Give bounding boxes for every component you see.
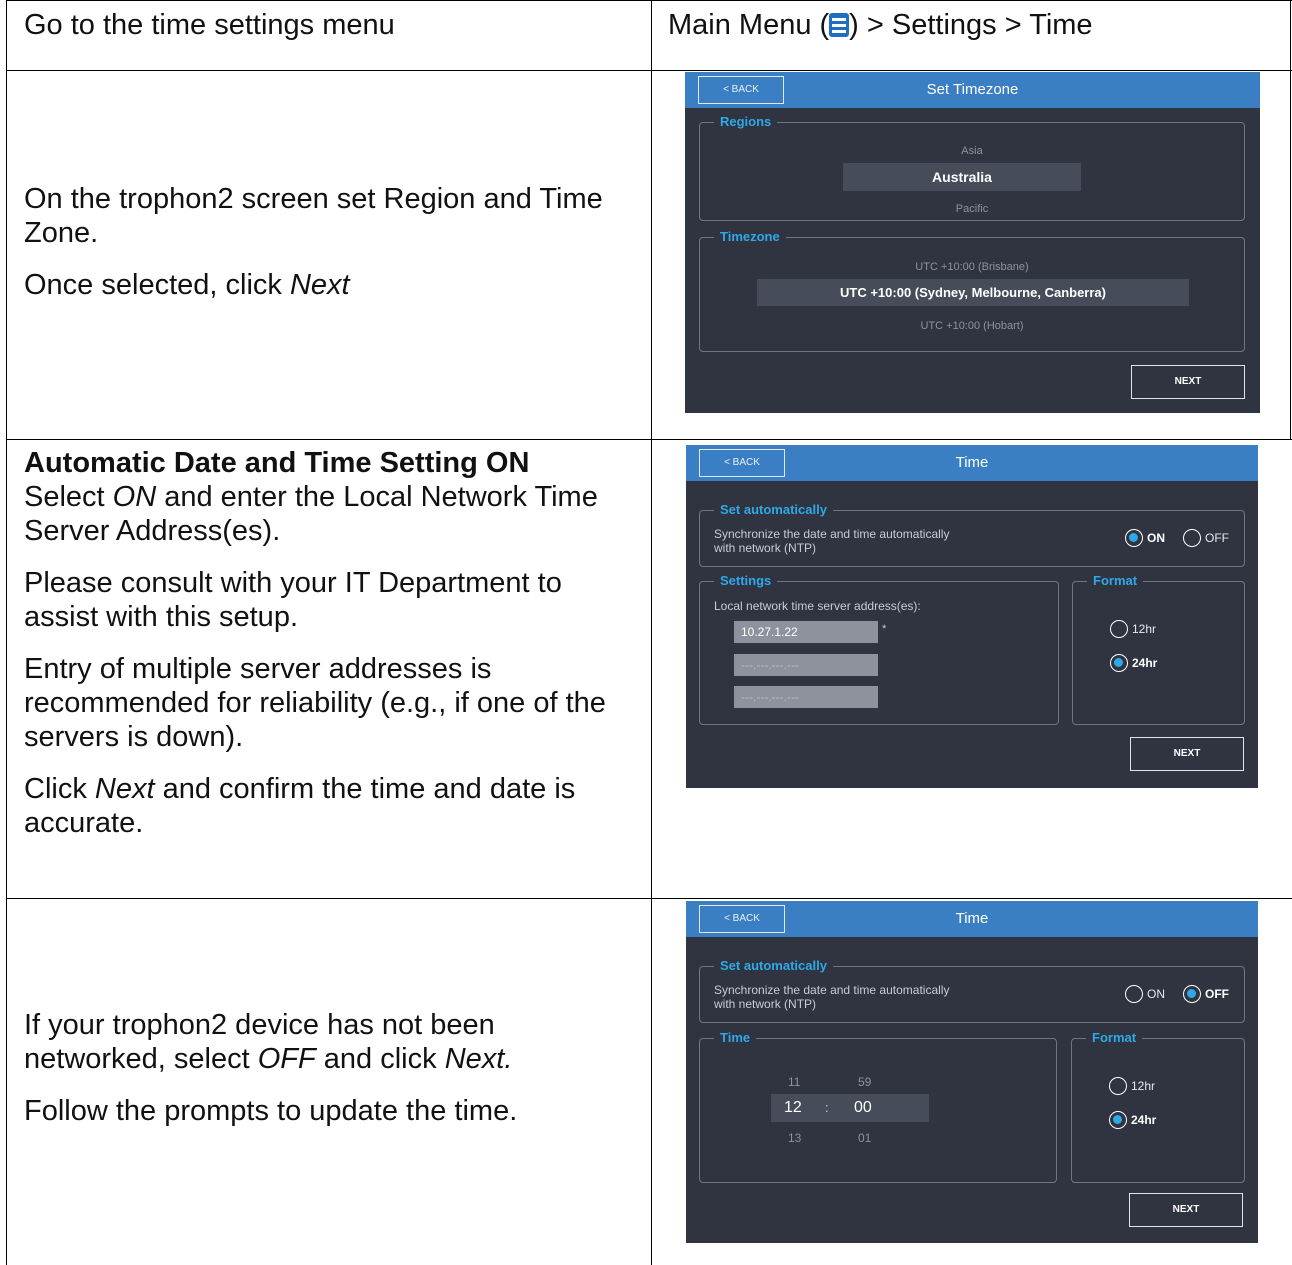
- column-divider: [651, 0, 652, 1265]
- step-text-automatic: Automatic Date and Time Setting ON Selec…: [24, 446, 644, 858]
- radio-on[interactable]: [1125, 985, 1143, 1003]
- table-border-left: [6, 0, 7, 1265]
- radio-12hr[interactable]: [1109, 1077, 1127, 1095]
- server-address-input-1[interactable]: 10.27.1.22: [734, 621, 878, 643]
- next-button[interactable]: NEXT: [1131, 365, 1245, 399]
- auto-description-line-1: Synchronize the date and time automatica…: [714, 983, 950, 997]
- time-screen-ntp-on: Time < BACK Set automatically Synchroniz…: [686, 445, 1258, 788]
- radio-24hr-label: 24hr: [1132, 656, 1158, 670]
- radio-on-label: ON: [1147, 987, 1165, 1001]
- top-bar: Time < BACK: [686, 901, 1258, 937]
- set-automatically-legend: Set automatically: [714, 502, 833, 517]
- timezone-option-selected[interactable]: UTC +10:00 (Sydney, Melbourne, Canberra): [757, 279, 1189, 306]
- menu-path-prefix: Main Menu (: [668, 9, 830, 41]
- next-button[interactable]: NEXT: [1130, 737, 1244, 771]
- step-text-manual: If your trophon2 device has not been net…: [24, 1008, 624, 1146]
- auto-description-line-2: with network (NTP): [714, 541, 817, 555]
- time-group: Time 11 12 13 : 59 00 01: [699, 1030, 1057, 1183]
- heading-automatic: Automatic Date and Time Setting ON: [24, 447, 530, 479]
- paragraph-consult-it: Please consult with your IT Department t…: [24, 567, 562, 633]
- format-group: Format 12hr 24hr: [1072, 573, 1245, 725]
- server-address-input-3[interactable]: ---.---.---.---: [734, 686, 878, 708]
- server-address-input-2[interactable]: ---.---.---.---: [734, 654, 878, 676]
- step-text-region: On the trophon2 screen set Region and Ti…: [24, 182, 624, 320]
- radio-24hr-selected[interactable]: [1110, 654, 1128, 672]
- radio-12hr-label: 12hr: [1131, 1079, 1156, 1093]
- time-legend: Time: [714, 1030, 757, 1045]
- radio-off-label: OFF: [1205, 531, 1229, 545]
- radio-off-label: OFF: [1205, 987, 1229, 1001]
- minute-option-prev[interactable]: 59: [858, 1075, 871, 1089]
- table-border-right: [1290, 0, 1291, 440]
- hamburger-menu-icon: [829, 13, 850, 37]
- server-address-label: Local network time server address(es):: [714, 599, 921, 613]
- row-divider-1: [6, 70, 1292, 71]
- radio-12hr-label: 12hr: [1132, 622, 1157, 636]
- next-button[interactable]: NEXT: [1129, 1193, 1243, 1227]
- auto-description-line-2: with network (NTP): [714, 997, 817, 1011]
- click-text: Once selected, click: [24, 269, 290, 301]
- time-colon: :: [825, 1100, 829, 1115]
- format-group: Format 12hr 24hr: [1071, 1030, 1245, 1183]
- timezone-group: Timezone UTC +10:00 (Brisbane) UTC +10:0…: [699, 229, 1245, 352]
- timezone-option-brisbane[interactable]: UTC +10:00 (Brisbane): [700, 261, 1244, 273]
- set-timezone-screen: Set Timezone < BACK Regions Asia Austral…: [685, 72, 1260, 413]
- settings-legend: Settings: [714, 573, 778, 588]
- paragraph-select-off: If your trophon2 device has not been net…: [24, 1009, 513, 1075]
- hour-selected[interactable]: 12: [784, 1099, 802, 1117]
- format-legend: Format: [1087, 573, 1144, 588]
- minute-selected[interactable]: 00: [854, 1099, 872, 1117]
- paragraph-click-next-confirm: Click Next and confirm the time and date…: [24, 773, 576, 839]
- top-bar: Set Timezone < BACK: [685, 72, 1260, 108]
- radio-12hr[interactable]: [1110, 620, 1128, 638]
- hour-option-next[interactable]: 13: [788, 1131, 801, 1145]
- row-divider-3: [6, 898, 1292, 899]
- top-bar: Time < BACK: [686, 445, 1258, 481]
- back-button[interactable]: < BACK: [698, 76, 784, 104]
- back-button[interactable]: < BACK: [699, 449, 785, 477]
- next-word: Next: [289, 269, 350, 301]
- radio-on-label: ON: [1147, 531, 1165, 545]
- required-asterisk: *: [882, 623, 887, 635]
- region-option-pacific[interactable]: Pacific: [700, 203, 1244, 215]
- back-button[interactable]: < BACK: [699, 905, 785, 933]
- set-automatically-group: Set automatically Synchronize the date a…: [699, 502, 1245, 567]
- set-automatically-group: Set automatically Synchronize the date a…: [699, 958, 1245, 1023]
- region-option-selected[interactable]: Australia: [843, 163, 1081, 191]
- menu-path: Main Menu ( ) > Settings > Time: [668, 8, 1288, 42]
- paragraph-region: On the trophon2 screen set Region and Ti…: [24, 183, 603, 249]
- time-screen-ntp-off: Time < BACK Set automatically Synchroniz…: [686, 901, 1258, 1243]
- hour-option-prev[interactable]: 11: [788, 1075, 800, 1089]
- radio-24hr-label: 24hr: [1131, 1113, 1157, 1127]
- step-text-go-to-menu: Go to the time settings menu: [24, 9, 395, 41]
- radio-on-selected[interactable]: [1125, 529, 1143, 547]
- radio-off[interactable]: [1183, 529, 1201, 547]
- paragraph-multiple-servers: Entry of multiple server addresses is re…: [24, 653, 606, 753]
- radio-24hr-selected[interactable]: [1109, 1111, 1127, 1129]
- region-option-asia[interactable]: Asia: [700, 145, 1244, 157]
- paragraph-follow-prompts: Follow the prompts to update the time.: [24, 1095, 518, 1127]
- paragraph-click-next: Once selected, click Next: [24, 268, 624, 302]
- regions-group: Regions Asia Australia Pacific: [699, 114, 1245, 221]
- auto-description-line-1: Synchronize the date and time automatica…: [714, 527, 950, 541]
- timezone-option-hobart[interactable]: UTC +10:00 (Hobart): [700, 320, 1244, 332]
- set-automatically-legend: Set automatically: [714, 958, 833, 973]
- paragraph-select-on: Select ON and enter the Local Network Ti…: [24, 481, 598, 547]
- minute-option-next[interactable]: 01: [858, 1131, 871, 1145]
- menu-path-suffix: ) > Settings > Time: [849, 9, 1093, 41]
- row-divider-2: [6, 439, 1292, 440]
- format-legend: Format: [1086, 1030, 1143, 1045]
- radio-off-selected[interactable]: [1183, 985, 1201, 1003]
- table-border-top: [6, 0, 1292, 1]
- timezone-legend: Timezone: [714, 229, 786, 244]
- regions-legend: Regions: [714, 114, 778, 129]
- settings-group: Settings Local network time server addre…: [699, 573, 1059, 725]
